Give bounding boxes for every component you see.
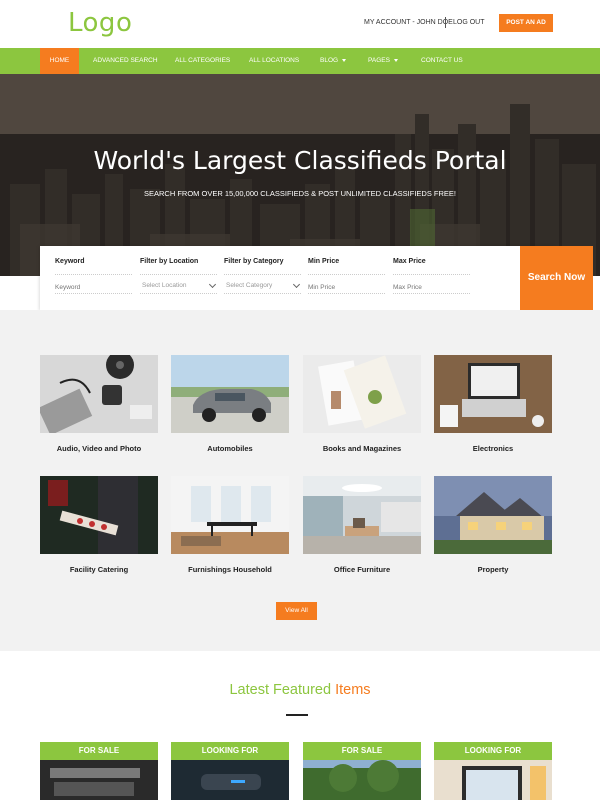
house-image xyxy=(434,476,552,554)
category-label: Facility Catering xyxy=(69,565,129,574)
location-label: Filter by Location xyxy=(140,258,199,265)
featured-tag: LOOKING FOR xyxy=(434,742,552,760)
header-divider xyxy=(445,17,446,28)
nav-item-home[interactable]: HOME xyxy=(40,48,79,74)
featured-item-image xyxy=(303,760,421,800)
featured-item-image xyxy=(171,760,289,800)
nav-item-blog[interactable]: BLOG xyxy=(320,48,347,74)
laptop-image xyxy=(434,355,552,433)
search-now-button[interactable]: Search Now xyxy=(520,246,593,310)
category-label: Electronics xyxy=(472,444,514,453)
hero-subtitle: SEARCH FROM OVER 15,00,000 CLASSIFIEDS &… xyxy=(143,189,457,198)
hero-title: World's Largest Classifieds Portal xyxy=(93,146,507,175)
books-image xyxy=(303,355,421,433)
featured-item-image xyxy=(434,760,552,800)
category-label: Filter by Category xyxy=(224,258,284,265)
featured-card[interactable]: LOOKING FOR xyxy=(434,742,552,800)
office-image xyxy=(303,476,421,554)
chevron-down-icon xyxy=(393,58,398,62)
post-ad-button[interactable]: POST AN AD xyxy=(499,14,553,32)
keyword-input[interactable] xyxy=(55,274,132,294)
nav-item-advanced-search[interactable]: ADVANCED SEARCH xyxy=(93,48,158,74)
min-price-input[interactable] xyxy=(308,274,385,294)
nav-item-contact-us[interactable]: CONTACT US xyxy=(421,48,463,74)
min-price-label: Min Price xyxy=(308,258,340,265)
view-all-button[interactable]: View All xyxy=(276,602,317,620)
max-price-field: Max Price xyxy=(393,246,470,310)
featured-heading-part1: Latest Featured xyxy=(229,682,332,698)
chevron-down-icon xyxy=(342,58,347,62)
nav-item-all-locations[interactable]: ALL LOCATIONS xyxy=(249,48,299,74)
max-price-label: Max Price xyxy=(393,258,426,265)
featured-card[interactable]: FOR SALE xyxy=(40,742,158,800)
logout-link[interactable]: LOG OUT xyxy=(453,19,485,26)
category-label: Property xyxy=(477,565,509,574)
site-logo[interactable]: Logo xyxy=(68,8,132,38)
top-header: Logo MY ACCOUNT - JOHN DOE LOG OUT POST … xyxy=(0,0,600,48)
max-price-input[interactable] xyxy=(393,274,470,294)
location-filter: Filter by Location Select Location xyxy=(140,246,217,310)
keyword-field: Keyword xyxy=(55,246,132,310)
catering-image xyxy=(40,476,158,554)
min-price-field: Min Price xyxy=(308,246,385,310)
furniture-image xyxy=(171,476,289,554)
location-select-value: Select Location xyxy=(142,282,187,289)
featured-card[interactable]: FOR SALE xyxy=(303,742,421,800)
main-nav: HOME ADVANCED SEARCH ALL CATEGORIES ALL … xyxy=(0,48,600,74)
audio-video-photo-image xyxy=(40,355,158,433)
car-image xyxy=(171,355,289,433)
nav-item-all-categories[interactable]: ALL CATEGORIES xyxy=(175,48,230,74)
nav-item-blog-label: BLOG xyxy=(320,57,339,64)
my-account-link[interactable]: MY ACCOUNT - JOHN DOE xyxy=(364,19,453,26)
featured-tag: FOR SALE xyxy=(40,742,158,760)
category-label: Audio, Video and Photo xyxy=(56,444,142,453)
category-label: Furnishings Household xyxy=(188,565,272,574)
featured-heading: Latest Featured Items xyxy=(0,682,600,698)
search-panel: Keyword Filter by Location Select Locati… xyxy=(40,246,593,310)
keyword-label: Keyword xyxy=(55,258,85,265)
nav-item-pages-label: PAGES xyxy=(368,57,390,64)
nav-item-pages[interactable]: PAGES xyxy=(368,48,398,74)
featured-heading-part2: Items xyxy=(335,682,371,698)
heading-divider xyxy=(286,714,308,716)
category-filter: Filter by Category Select Category xyxy=(224,246,301,310)
featured-tag: LOOKING FOR xyxy=(171,742,289,760)
featured-item-image xyxy=(40,760,158,800)
category-label: Office Furniture xyxy=(333,565,391,574)
category-select-value: Select Category xyxy=(226,282,273,289)
category-label: Books and Magazines xyxy=(322,444,402,453)
featured-tag: FOR SALE xyxy=(303,742,421,760)
featured-card[interactable]: LOOKING FOR xyxy=(171,742,289,800)
category-label: Automobiles xyxy=(207,444,253,453)
